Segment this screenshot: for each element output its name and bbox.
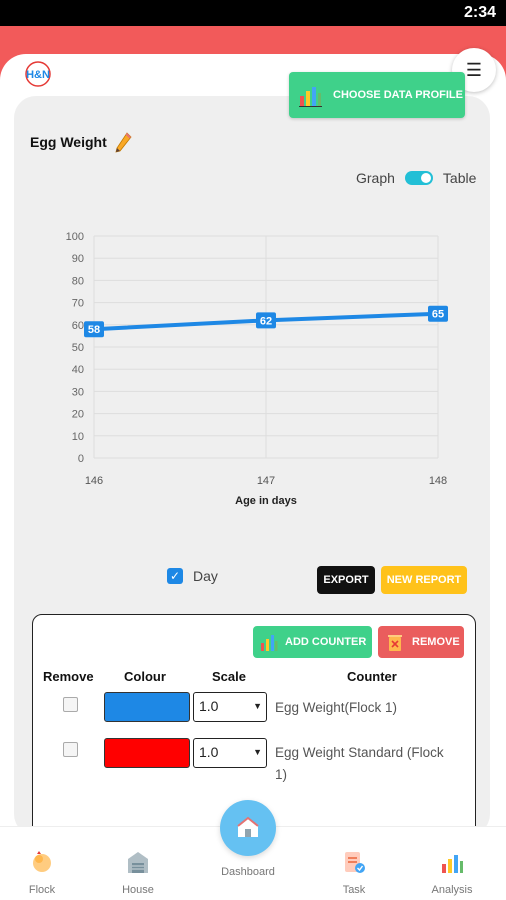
- counter-name: Egg Weight Standard (Flock 1): [275, 742, 444, 786]
- nav-analysis[interactable]: Analysis: [412, 827, 492, 896]
- counter-name-line: Egg Weight(Flock 1): [275, 700, 398, 715]
- y-tick-label: 0: [78, 453, 84, 465]
- x-tick-label: 148: [429, 475, 447, 487]
- brand-logo: H&N: [25, 61, 51, 87]
- hamburger-icon: ☰: [465, 59, 483, 80]
- nav-house-label: House: [122, 884, 154, 896]
- header-counter: Counter: [347, 669, 397, 684]
- choose-data-profile-button[interactable]: CHOOSE DATA PROFILE: [289, 72, 465, 118]
- graph-label: Graph: [356, 170, 395, 186]
- analytics-icon: [442, 855, 463, 873]
- y-tick-label: 80: [72, 275, 84, 287]
- nav-task-label: Task: [342, 884, 366, 896]
- new-report-button[interactable]: NEW REPORT: [381, 566, 467, 594]
- day-checkbox-row[interactable]: ✓ Day: [167, 568, 218, 584]
- dropdown-arrow-icon: ▼: [253, 701, 262, 711]
- trash-icon: [388, 635, 402, 651]
- x-tick-label: 147: [257, 475, 275, 487]
- add-counter-label: ADD COUNTER: [285, 636, 367, 648]
- remove-label: REMOVE: [412, 636, 460, 648]
- bar-chart-icon: [299, 87, 322, 107]
- scale-value: 1.0: [199, 744, 219, 760]
- y-tick-label: 30: [72, 386, 84, 398]
- y-tick-label: 100: [66, 231, 84, 243]
- data-label: 65: [432, 309, 444, 321]
- barn-icon: [128, 852, 148, 873]
- bar-chart-icon: [261, 635, 278, 651]
- y-tick-label: 90: [72, 253, 84, 265]
- nav-house[interactable]: House: [98, 827, 178, 896]
- remove-button[interactable]: REMOVE: [378, 626, 464, 658]
- scale-select[interactable]: 1.0 ▼: [193, 692, 267, 722]
- y-tick-label: 20: [72, 409, 84, 421]
- nav-dashboard-button[interactable]: [220, 800, 276, 856]
- x-tick-label: 146: [85, 475, 103, 487]
- row-colour-swatch[interactable]: [104, 738, 190, 768]
- logo-text: H&N: [26, 69, 50, 81]
- counter-name-line: Egg Weight Standard (Flock: [275, 745, 444, 760]
- view-toggle[interactable]: Graph Table: [356, 168, 476, 188]
- y-tick-label: 50: [72, 342, 84, 354]
- add-counter-button[interactable]: ADD COUNTER: [253, 626, 372, 658]
- nav-dashboard-label: Dashboard: [221, 866, 275, 878]
- row-colour-swatch[interactable]: [104, 692, 190, 722]
- data-label: 58: [88, 324, 100, 336]
- day-label: Day: [193, 568, 218, 584]
- y-tick-label: 60: [72, 320, 84, 332]
- status-time: 2:34: [463, 4, 496, 21]
- clipboard-icon: [345, 852, 365, 873]
- day-checkbox[interactable]: ✓: [167, 568, 183, 584]
- home-icon: [237, 816, 259, 837]
- nav-analysis-label: Analysis: [431, 884, 473, 896]
- counter-name-line: 1): [275, 767, 288, 782]
- nav-task[interactable]: Task: [314, 827, 394, 896]
- export-button[interactable]: EXPORT: [317, 566, 375, 594]
- pencil-icon[interactable]: [113, 131, 133, 155]
- egg-weight-chart: 0 10 20 30 40 50 60 70 80 90 100 146 147 148 Age in da…: [66, 231, 448, 507]
- nav-flock-label: Flock: [28, 884, 56, 896]
- y-tick-label: 40: [72, 364, 84, 376]
- page-title: Egg Weight: [30, 134, 107, 150]
- choose-data-profile-label: CHOOSE DATA PROFILE: [333, 89, 463, 101]
- counter-name: Egg Weight(Flock 1): [275, 697, 397, 719]
- x-axis-label: Age in days: [235, 495, 297, 507]
- dropdown-arrow-icon: ▼: [253, 747, 262, 757]
- table-label: Table: [442, 170, 477, 186]
- scale-select[interactable]: 1.0 ▼: [193, 738, 267, 768]
- nav-flock[interactable]: Flock: [2, 827, 82, 896]
- header-colour: Colour: [124, 669, 166, 684]
- y-tick-label: 10: [72, 431, 84, 443]
- status-bar: 2:34: [0, 0, 506, 26]
- header-remove: Remove: [43, 669, 94, 684]
- y-tick-label: 70: [72, 298, 84, 310]
- chicken-icon: [33, 851, 51, 872]
- row-remove-checkbox[interactable]: [63, 742, 78, 757]
- graph-table-switch[interactable]: [404, 171, 433, 185]
- row-remove-checkbox[interactable]: [63, 697, 78, 712]
- data-label: 62: [260, 315, 272, 327]
- scale-value: 1.0: [199, 698, 219, 714]
- header-scale: Scale: [212, 669, 246, 684]
